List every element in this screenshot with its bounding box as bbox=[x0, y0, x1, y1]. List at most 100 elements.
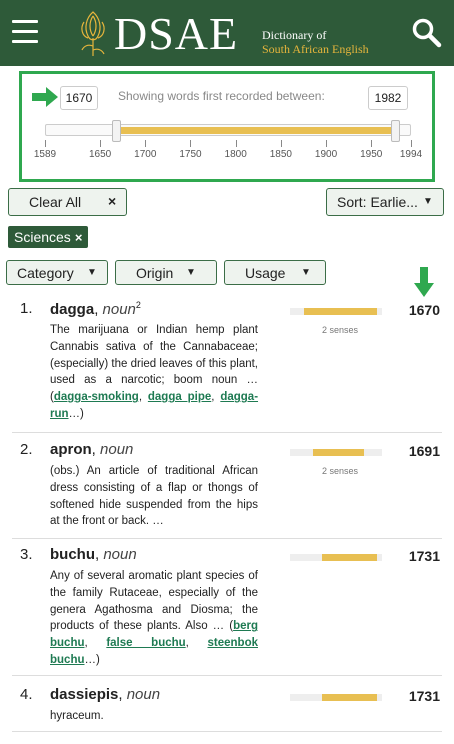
comma: , bbox=[118, 686, 127, 703]
first-recorded-year: 1691 bbox=[408, 443, 440, 459]
slider-tick bbox=[371, 140, 373, 147]
date-bar-fill bbox=[303, 308, 378, 315]
hamburger-icon[interactable] bbox=[12, 20, 38, 44]
first-recorded-year: 1731 bbox=[408, 688, 440, 704]
headword-link[interactable]: apron bbox=[50, 441, 92, 458]
slider-tick bbox=[45, 140, 46, 147]
crossref-link[interactable]: false buchu bbox=[106, 637, 185, 649]
slider-tick bbox=[235, 140, 237, 147]
clear-all-button[interactable]: Clear All × bbox=[8, 188, 127, 216]
headword-link[interactable]: dagga bbox=[50, 301, 94, 318]
tag-label: Sciences bbox=[14, 229, 71, 245]
part-of-speech: noun bbox=[103, 546, 137, 563]
result-item: 2. apron, noun (obs.) An article of trad… bbox=[12, 441, 442, 539]
origin-label: Origin bbox=[136, 265, 174, 281]
active-filter-tag[interactable]: Sciences × bbox=[8, 226, 89, 248]
slider-tick-label: 1850 bbox=[269, 149, 292, 160]
result-heading: dassiepis, noun bbox=[50, 686, 160, 703]
arrow-down-icon bbox=[414, 267, 434, 297]
chevron-down-icon: ▼ bbox=[301, 267, 311, 278]
slider-tick-label: 1589 bbox=[33, 149, 57, 160]
headword-link[interactable]: dassiepis bbox=[50, 686, 118, 703]
comma: , bbox=[94, 301, 103, 318]
definition: Any of several aromatic plant species of… bbox=[50, 570, 258, 666]
slider-tick bbox=[280, 140, 282, 147]
slider-tick bbox=[411, 140, 412, 147]
date-bar bbox=[290, 449, 382, 456]
result-number: 2. bbox=[20, 441, 33, 458]
homonym-number: 2 bbox=[135, 300, 141, 310]
slider-tick bbox=[145, 140, 147, 147]
date-bar bbox=[290, 554, 382, 561]
definition: The marijuana or Indian hemp plant Canna… bbox=[50, 324, 259, 420]
date-bar-fill bbox=[322, 694, 378, 701]
usage-label: Usage bbox=[245, 265, 286, 281]
usage-filter[interactable]: Usage ▼ bbox=[224, 260, 326, 285]
slider-tick-label: 1750 bbox=[179, 149, 202, 160]
date-bar-fill bbox=[322, 554, 378, 561]
slider-handle-from[interactable] bbox=[112, 120, 121, 142]
definition-text: (obs.) An article of traditional African… bbox=[50, 465, 258, 528]
remove-tag-icon[interactable]: × bbox=[75, 230, 83, 245]
definition: hyraceum. bbox=[50, 708, 258, 725]
logo-subtitle-line1: Dictionary of bbox=[262, 28, 327, 42]
clear-all-label: Clear All bbox=[29, 194, 82, 210]
range-label: Showing words first recorded between: bbox=[118, 89, 325, 103]
headword-link[interactable]: buchu bbox=[50, 546, 95, 563]
logo-subtitle-line2: South African English bbox=[262, 42, 369, 56]
arrow-right-icon bbox=[32, 87, 58, 107]
date-bar bbox=[290, 694, 382, 701]
logo-wordmark[interactable]: DSAE bbox=[114, 8, 238, 60]
slider-tick bbox=[190, 140, 192, 147]
result-item: 4. dassiepis, noun hyraceum. 1731 bbox=[12, 686, 442, 732]
slider-tick-label: 1800 bbox=[224, 149, 247, 160]
slider-tick-label: 1700 bbox=[134, 149, 157, 160]
result-number: 3. bbox=[20, 546, 33, 563]
date-bar-fill bbox=[313, 449, 364, 456]
year-from-input[interactable]: 1670 bbox=[60, 86, 98, 110]
slider-tick-label: 1950 bbox=[360, 149, 383, 160]
year-slider-fill bbox=[118, 127, 394, 134]
definition: (obs.) An article of traditional African… bbox=[50, 463, 258, 530]
search-icon[interactable] bbox=[410, 16, 444, 50]
slider-tick bbox=[100, 140, 102, 147]
slider-handle-to[interactable] bbox=[391, 120, 400, 142]
sort-dropdown[interactable]: Sort: Earlie... ▼ bbox=[326, 188, 444, 216]
category-filter[interactable]: Category ▼ bbox=[6, 260, 108, 285]
category-label: Category bbox=[17, 265, 74, 281]
definition-text: Any of several aromatic plant species of… bbox=[50, 570, 258, 633]
result-item: 1. dagga, noun2 The marijuana or Indian … bbox=[12, 300, 442, 433]
definition-text: hyraceum. bbox=[50, 710, 104, 722]
date-bar bbox=[290, 308, 382, 315]
chevron-down-icon: ▼ bbox=[87, 267, 97, 278]
crossref-link[interactable]: dagga pipe bbox=[148, 391, 211, 403]
result-heading: buchu, noun bbox=[50, 546, 137, 563]
result-number: 1. bbox=[20, 300, 33, 317]
first-recorded-year: 1731 bbox=[408, 548, 440, 564]
slider-tick bbox=[326, 140, 328, 147]
sort-label: Sort: Earlie... bbox=[337, 194, 417, 210]
part-of-speech: noun bbox=[102, 301, 136, 318]
result-number: 4. bbox=[20, 686, 33, 703]
part-of-speech: noun bbox=[100, 441, 134, 458]
result-heading: dagga, noun2 bbox=[50, 300, 141, 318]
result-item: 3. buchu, noun Any of several aromatic p… bbox=[12, 546, 442, 676]
slider-tick-label: 1650 bbox=[89, 149, 112, 160]
chevron-down-icon: ▼ bbox=[423, 196, 433, 207]
chevron-down-icon: ▼ bbox=[186, 267, 196, 278]
logo-subtitle: Dictionary of South African English bbox=[262, 28, 369, 56]
result-heading: apron, noun bbox=[50, 441, 133, 458]
first-recorded-year: 1670 bbox=[408, 302, 440, 318]
comma: , bbox=[91, 441, 101, 458]
senses-count: 2 senses bbox=[321, 466, 359, 476]
year-to-input[interactable]: 1982 bbox=[368, 86, 408, 110]
protea-logo-icon bbox=[81, 11, 105, 56]
origin-filter[interactable]: Origin ▼ bbox=[115, 260, 217, 285]
crossref-link[interactable]: dagga-smoking bbox=[54, 391, 139, 403]
part-of-speech: noun bbox=[126, 686, 161, 703]
definition-text: The marijuana or Indian hemp plant Canna… bbox=[50, 324, 258, 387]
slider-tick-label: 1900 bbox=[314, 149, 338, 160]
senses-count: 2 senses bbox=[321, 325, 359, 335]
close-icon: × bbox=[108, 193, 117, 209]
site-header: DSAE Dictionary of South African English bbox=[0, 0, 454, 66]
